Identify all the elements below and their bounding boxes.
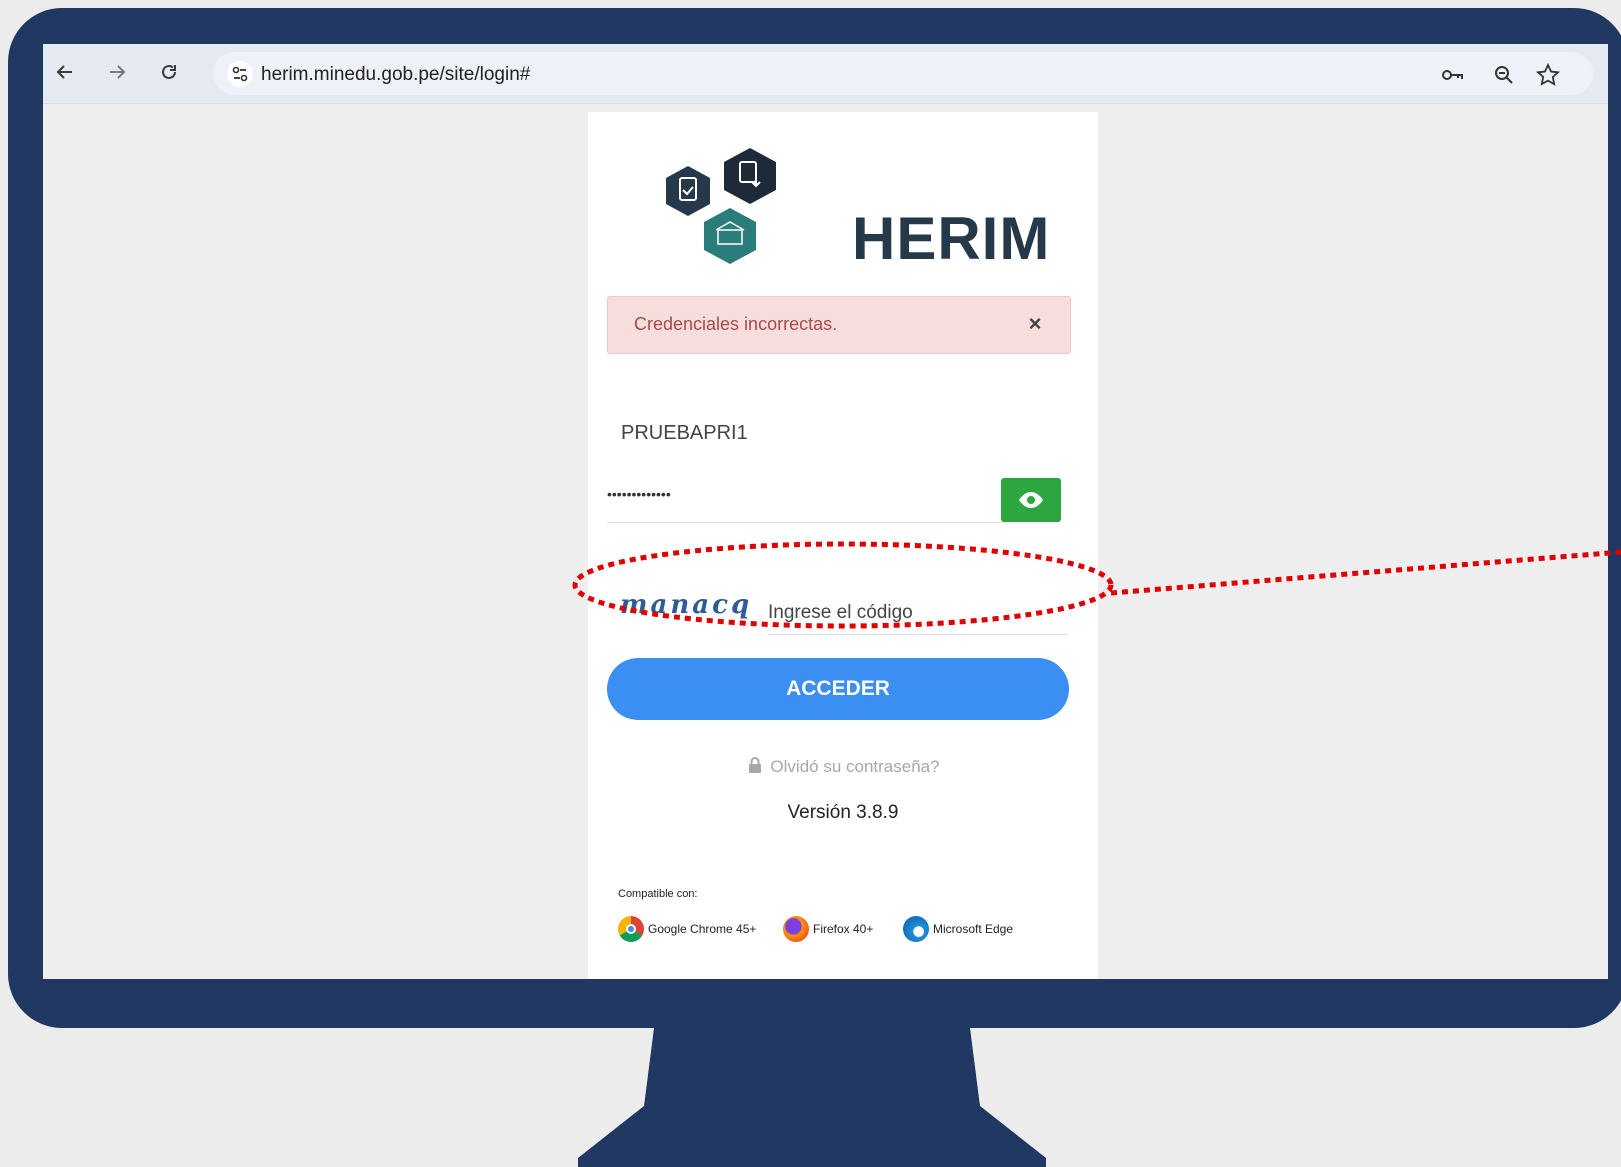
chrome-icon [618, 916, 644, 942]
password-key-button[interactable] [1439, 62, 1465, 88]
login-submit-button[interactable]: ACCEDER [607, 658, 1069, 720]
bookmark-button[interactable] [1535, 62, 1561, 88]
tune-icon [232, 66, 248, 82]
captcha-image: manacq [620, 590, 750, 630]
firefox-icon [783, 916, 809, 942]
captcha-code: manacq [620, 590, 753, 620]
login-card: HERIM Credenciales incorrectas. × PRUEBA… [588, 112, 1098, 979]
compat-chrome: Google Chrome 45+ [618, 916, 756, 942]
arrow-right-icon [110, 65, 126, 79]
reload-icon [162, 64, 176, 79]
error-alert: Credenciales incorrectas. × [607, 296, 1071, 354]
zoom-icon [1495, 66, 1513, 84]
zoom-button[interactable] [1491, 62, 1517, 88]
captcha-input[interactable] [768, 592, 1068, 635]
compat-label: Compatible con: [618, 888, 698, 900]
forgot-password-link[interactable]: Olvidó su contraseña? [588, 756, 1098, 777]
password-field[interactable]: ••••••••••••• [607, 478, 1005, 523]
compat-edge: Microsoft Edge [903, 916, 1013, 942]
site-info-button[interactable] [227, 61, 253, 87]
back-button[interactable] [51, 58, 79, 86]
herim-logo: HERIM [648, 146, 1049, 272]
edge-icon [903, 916, 929, 942]
lock-icon [749, 757, 762, 773]
compat-edge-label: Microsoft Edge [933, 922, 1014, 936]
compat-firefox-label: Firefox 40+ [813, 922, 874, 936]
username-field[interactable]: PRUEBAPRI1 [607, 404, 1069, 458]
show-password-button[interactable] [1001, 478, 1061, 522]
alert-close-button[interactable]: × [1020, 309, 1050, 339]
brand-name: HERIM [852, 205, 1051, 272]
address-bar[interactable]: herim.minedu.gob.pe/site/login# [213, 52, 1593, 95]
herim-logo-mark [666, 148, 776, 264]
reload-button[interactable] [155, 58, 183, 86]
eye-icon [1019, 492, 1043, 508]
monitor-stand [578, 1028, 1046, 1167]
browser-window: herim.minedu.gob.pe/site/login# HERIM Cr… [43, 44, 1608, 979]
version-text: Versión 3.8.9 [787, 802, 899, 823]
key-icon [1442, 70, 1463, 80]
star-icon [1535, 62, 1561, 86]
compat-chrome-label: Google Chrome 45+ [648, 922, 757, 936]
username-value[interactable]: PRUEBAPRI1 [621, 422, 748, 445]
alert-message: Credenciales incorrectas. [634, 314, 838, 334]
monitor-frame: herim.minedu.gob.pe/site/login# HERIM Cr… [8, 8, 1621, 1028]
forward-button[interactable] [103, 58, 131, 86]
password-value[interactable]: ••••••••••••• [607, 486, 671, 502]
arrow-left-icon [56, 65, 72, 79]
forgot-password-label[interactable]: Olvidó su contraseña? [770, 757, 939, 776]
url-text[interactable]: herim.minedu.gob.pe/site/login# [261, 64, 530, 86]
compat-firefox: Firefox 40+ [783, 916, 873, 942]
browser-toolbar: herim.minedu.gob.pe/site/login# [43, 44, 1608, 104]
